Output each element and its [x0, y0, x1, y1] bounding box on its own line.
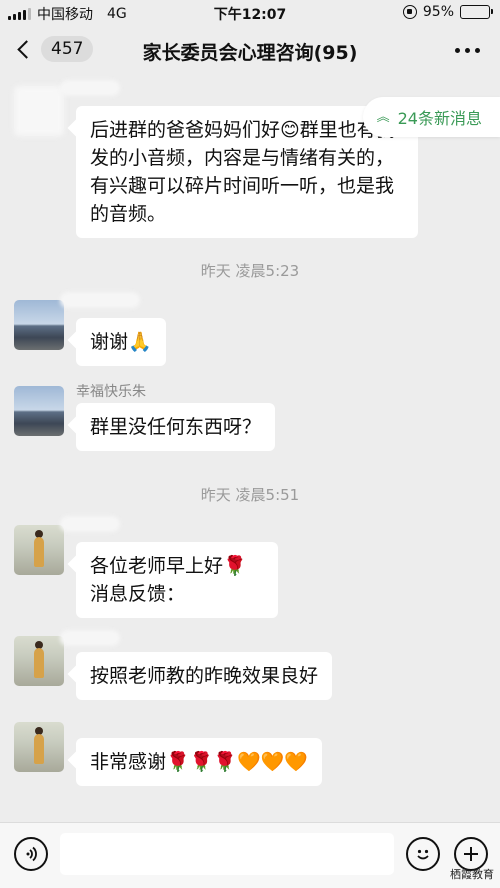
orientation-lock-icon: [402, 5, 417, 19]
more-dot-icon: [465, 48, 470, 53]
smiley-icon: [417, 849, 429, 860]
sender-name-obscured: [60, 292, 140, 308]
voice-button[interactable]: [14, 837, 48, 871]
new-messages-label: 24条新消息: [397, 109, 482, 128]
battery-icon: [460, 5, 493, 19]
chat-title: 家长委员会心理咨询(95): [142, 42, 358, 64]
message-text: 各位老师早上好🌹: [90, 555, 247, 577]
double-chevron-up-icon: ︽: [376, 109, 390, 125]
voice-icon: [26, 846, 37, 862]
watermark: 栖霞教育: [450, 868, 494, 881]
more-dot-icon: [455, 48, 460, 53]
emoji-button[interactable]: [406, 837, 440, 871]
timestamp: 昨天 凌晨5:51: [200, 486, 300, 504]
message-text: 后进群的爸爸妈妈们好😊群里也有我发的小音频，内容是与情绪有关的，有兴趣可以碎片时…: [90, 119, 395, 225]
message-input[interactable]: [60, 833, 394, 875]
chat-header: 457 家长委员会心理咨询(95): [0, 26, 500, 76]
status-right: 95%: [402, 4, 493, 20]
new-messages-button[interactable]: ︽ 24条新消息: [362, 97, 500, 137]
sender-name-obscured: [60, 630, 120, 646]
message-text: 按照老师教的昨晚效果良好: [90, 665, 319, 687]
avatar[interactable]: [14, 300, 64, 350]
message-bubble[interactable]: 谢谢🙏: [76, 318, 166, 366]
message-bubble[interactable]: 各位老师早上好🌹 消息反馈：: [76, 542, 278, 618]
sender-name: 幸福快乐朱: [76, 384, 146, 400]
battery-percent: 95%: [422, 4, 454, 20]
more-dot-icon: [475, 48, 480, 53]
message-bubble[interactable]: 群里没任何东西呀？: [76, 403, 276, 451]
message-text: 消息反馈：: [90, 583, 186, 605]
status-bar: 中国移动 4G 下午12:07 95%: [0, 0, 500, 26]
avatar[interactable]: [14, 386, 64, 436]
avatar[interactable]: [14, 722, 64, 772]
timestamp: 昨天 凌晨5:23: [200, 262, 300, 280]
message-text: 非常感谢🌹🌹🌹🧡🧡🧡: [90, 751, 308, 773]
message-bubble[interactable]: 非常感谢🌹🌹🌹🧡🧡🧡: [76, 738, 322, 786]
plus-icon: [464, 847, 478, 861]
avatar[interactable]: [14, 636, 64, 686]
input-bar: 栖霞教育: [0, 822, 500, 888]
sender-name-obscured: [60, 80, 120, 96]
message-text: 群里没任何东西呀？: [90, 416, 262, 438]
more-options-button[interactable]: [455, 48, 480, 53]
avatar[interactable]: [14, 86, 64, 136]
message-bubble[interactable]: 按照老师教的昨晚效果良好: [76, 652, 333, 700]
avatar[interactable]: [14, 525, 64, 575]
sender-name-obscured: [60, 516, 120, 532]
message-text: 谢谢🙏: [90, 331, 152, 353]
